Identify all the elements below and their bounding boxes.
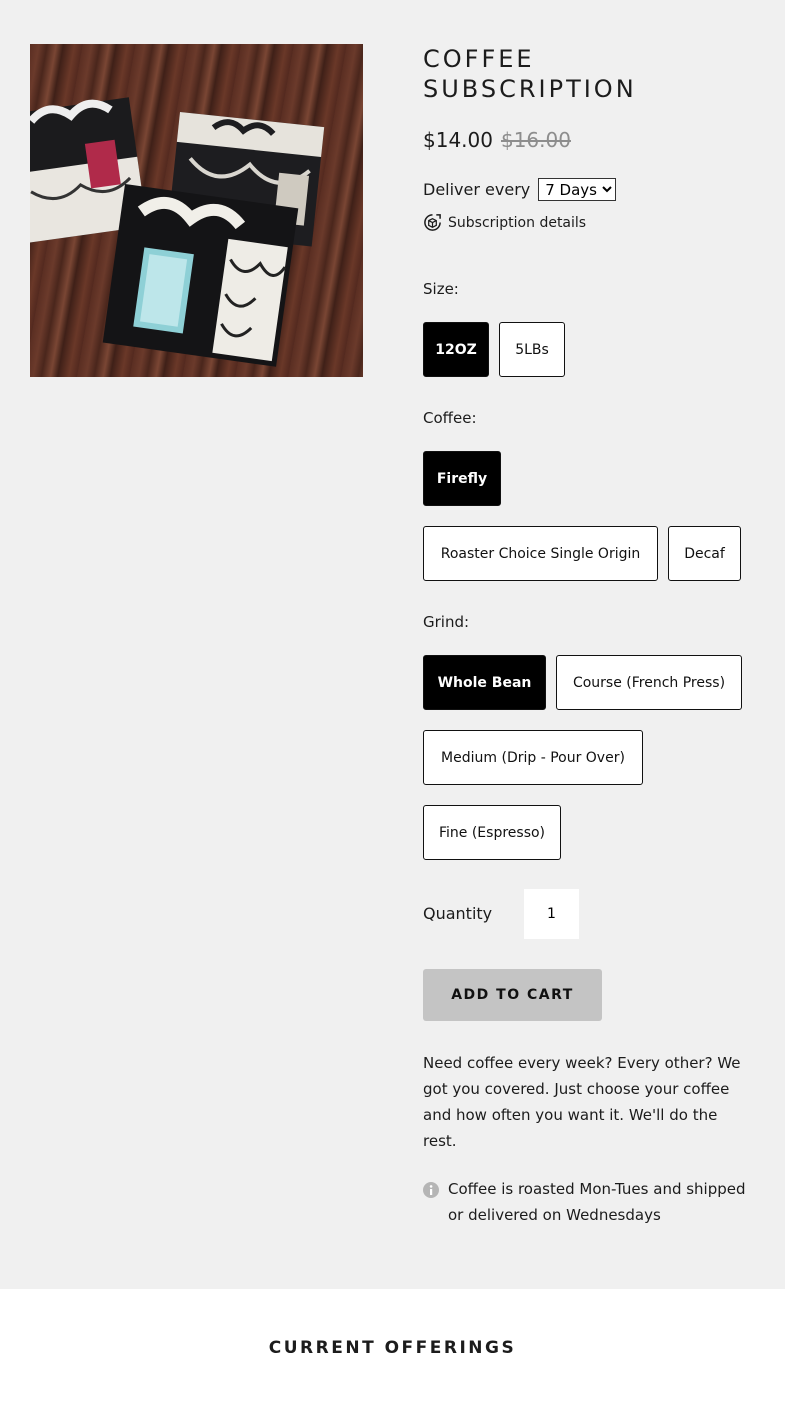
grind-option-fine[interactable]: Fine (Espresso) xyxy=(423,805,561,860)
deliver-row: Deliver every 7 Days xyxy=(423,178,617,201)
grind-option-whole-bean[interactable]: Whole Bean xyxy=(423,655,546,710)
product-info: COFFEE SUBSCRIPTION $14.00 $16.00 Deliver… xyxy=(423,44,763,1224)
frequency-select[interactable]: 7 Days xyxy=(538,178,617,201)
subscription-icon xyxy=(424,214,441,231)
coffee-bags-photo xyxy=(30,97,325,367)
offerings-title: CURRENT OFFERINGS xyxy=(268,1338,517,1358)
grind-option-course[interactable]: Course (French Press) xyxy=(556,655,742,710)
deliver-label: Deliver every xyxy=(423,180,531,199)
info-icon xyxy=(423,1182,439,1198)
roast-note-text: Coffee is roasted Mon-Tues and shipped o… xyxy=(448,1180,746,1224)
grind-option-medium[interactable]: Medium (Drip - Pour Over) xyxy=(423,730,643,785)
quantity-label: Quantity xyxy=(423,904,493,923)
coffee-label: Coffee: xyxy=(423,409,477,427)
subscription-details-label: Subscription details xyxy=(448,214,587,231)
grind-label: Grind: xyxy=(423,613,470,631)
size-label: Size: xyxy=(423,280,459,298)
coffee-option-decaf[interactable]: Decaf xyxy=(668,526,741,581)
coffee-option-roaster-choice[interactable]: Roaster Choice Single Origin xyxy=(423,526,658,581)
product-description: Need coffee every week? Every other? We … xyxy=(423,1054,741,1150)
offerings-section: CURRENT OFFERINGS xyxy=(0,1289,785,1407)
coffee-option-firefly[interactable]: Firefly xyxy=(423,451,501,506)
price-row: $14.00 $16.00 xyxy=(423,128,571,152)
quantity-input[interactable] xyxy=(524,889,579,939)
size-option-12oz[interactable]: 12OZ xyxy=(423,322,489,377)
price: $14.00 xyxy=(423,128,493,152)
add-to-cart-button[interactable]: ADD TO CART xyxy=(423,969,602,1021)
subscription-details-link[interactable]: Subscription details xyxy=(423,213,586,232)
compare-price: $16.00 xyxy=(500,128,571,152)
product-image[interactable] xyxy=(30,44,363,377)
product-title: COFFEE SUBSCRIPTION xyxy=(423,45,637,103)
size-option-5lbs[interactable]: 5LBs xyxy=(499,322,565,377)
roast-note: Coffee is roasted Mon-Tues and shipped o… xyxy=(423,1176,763,1228)
